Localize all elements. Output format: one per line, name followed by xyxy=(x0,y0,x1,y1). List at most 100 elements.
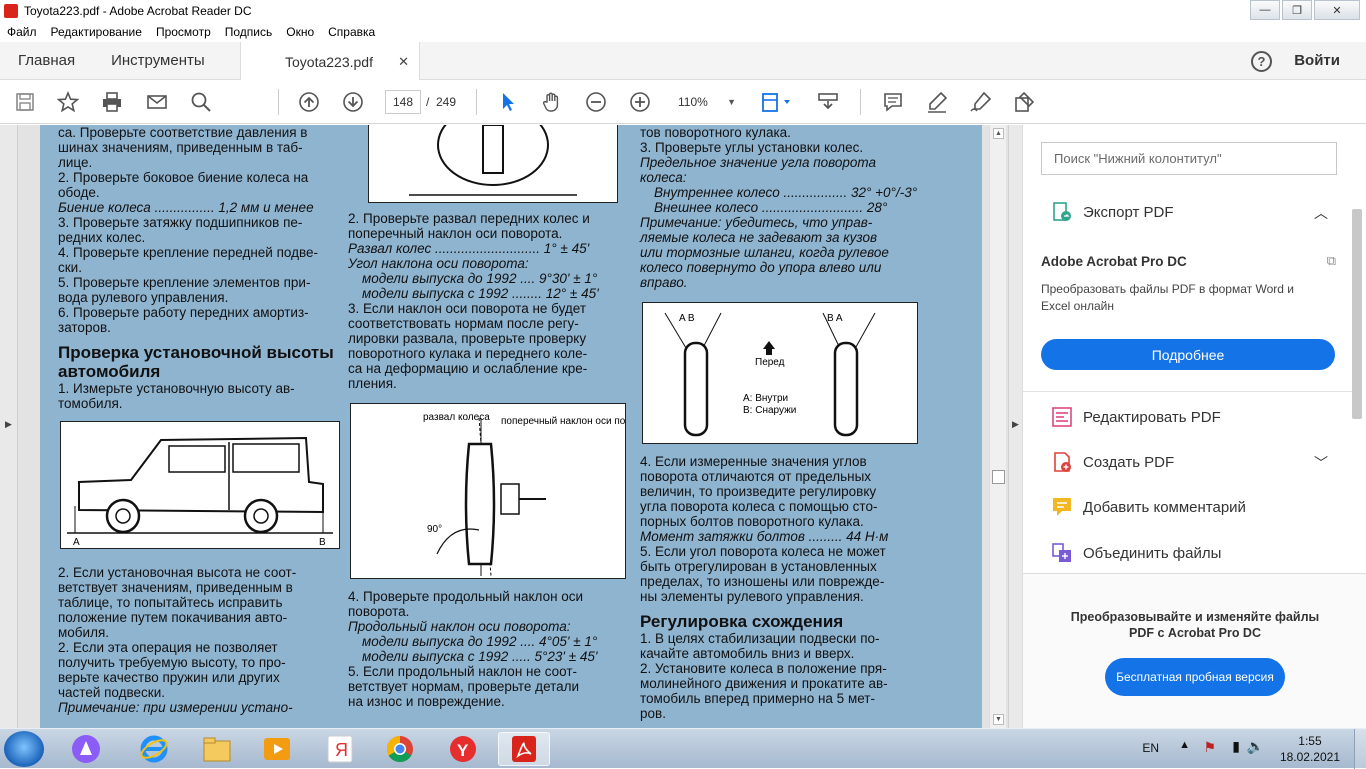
camber-figure: развал колеса поперечный наклон оси пово… xyxy=(350,403,657,579)
tools-pane-scrollbar[interactable] xyxy=(1351,207,1363,577)
text-column-2: 2. Проверьте развал передних колес и поп… xyxy=(348,125,657,709)
menu-window[interactable]: Окно xyxy=(279,25,321,39)
media-player-icon[interactable] xyxy=(251,732,303,766)
more-button[interactable]: Подробнее xyxy=(1041,339,1335,370)
fill-sign-icon[interactable] xyxy=(1013,91,1035,113)
svg-text:Я: Я xyxy=(335,740,348,760)
action-center-icon[interactable]: ⚑ xyxy=(1203,739,1216,756)
tab-document[interactable]: Toyota223.pdf ✕ xyxy=(240,42,420,81)
menu-help[interactable]: Справка xyxy=(321,25,382,39)
create-pdf-item[interactable]: Создать PDF xyxy=(1051,451,1174,473)
network-icon[interactable]: ▮ xyxy=(1232,738,1240,755)
text-line: Продольный наклон оси поворота: xyxy=(348,619,571,634)
tray-expand-icon[interactable]: ▲ xyxy=(1179,739,1190,751)
clock[interactable]: 1:55 18.02.2021 xyxy=(1280,733,1340,765)
combine-files-item[interactable]: Объединить файлы xyxy=(1051,542,1221,564)
next-page-icon[interactable] xyxy=(342,91,364,113)
comment-icon[interactable] xyxy=(882,91,904,113)
toolbar-divider xyxy=(476,89,477,115)
help-icon[interactable]: ? xyxy=(1251,51,1272,72)
chevron-down-icon: ▼ xyxy=(727,97,736,107)
text-line: поворотного кулака и переднего коле- xyxy=(348,346,588,361)
menu-edit[interactable]: Редактирование xyxy=(44,25,149,39)
text-line: 2. Установите колеса в положение пря- xyxy=(640,661,887,676)
hand-tool-icon[interactable] xyxy=(541,91,563,113)
document-scrollbar[interactable]: ▲ ▼ xyxy=(989,125,1006,728)
language-indicator[interactable]: EN xyxy=(1142,741,1159,755)
inside-label: A: Внутри xyxy=(743,393,788,404)
zoom-dropdown[interactable]: 110% ▼ xyxy=(672,90,742,114)
left-panel-toggle[interactable]: ▶ xyxy=(0,125,18,728)
menu-file[interactable]: Файл xyxy=(0,25,44,39)
highlight-icon[interactable] xyxy=(926,91,948,113)
prev-page-icon[interactable] xyxy=(298,91,320,113)
right-panel-toggle[interactable]: ▶ xyxy=(1008,125,1022,728)
menu-sign[interactable]: Подпись xyxy=(218,25,280,39)
text-line: получить требуемую высоту, то про- xyxy=(58,655,286,670)
star-icon[interactable] xyxy=(57,91,79,113)
text-line: 3. Проверьте углы установки колес. xyxy=(640,140,864,155)
text-line: Момент затяжки болтов ......... 44 Н·м xyxy=(640,529,889,544)
scroll-up-icon[interactable]: ▲ xyxy=(993,128,1004,139)
turning-angle-figure: A B B A Перед A: Внутри B: Снаружи xyxy=(642,302,918,444)
scrollbar-thumb[interactable] xyxy=(1352,209,1362,419)
show-desktop-button[interactable] xyxy=(1354,729,1366,769)
title-bar: Toyota223.pdf - Adobe Acrobat Reader DC … xyxy=(0,0,1366,22)
section-heading: Проверка установочной высоты автомобиля xyxy=(58,343,334,381)
export-pdf-item[interactable]: Экспорт PDF xyxy=(1051,201,1174,223)
text-line: модели выпуска с 1992 ........ 12° ± 45' xyxy=(362,286,599,301)
menu-view[interactable]: Просмотр xyxy=(149,25,218,39)
internet-explorer-icon[interactable] xyxy=(128,732,180,766)
text-line: Угол наклона оси поворота: xyxy=(348,256,529,271)
text-line: поперечный наклон оси поворота. xyxy=(348,226,563,241)
chevron-down-icon[interactable]: ﹀ xyxy=(1314,453,1328,473)
file-explorer-icon[interactable] xyxy=(191,732,243,766)
add-comment-item[interactable]: Добавить комментарий xyxy=(1051,496,1246,518)
print-icon[interactable] xyxy=(101,91,123,113)
text-line: ветствует нормам, проверьте детали xyxy=(348,679,580,694)
text-line: верьте качество пружин или других xyxy=(58,670,280,685)
figure-label-ab: A B xyxy=(679,313,695,324)
text-line: 1. В целях стабилизации подвески по- xyxy=(640,631,880,646)
free-trial-button[interactable]: Бесплатная пробная версия xyxy=(1105,658,1285,696)
minimize-button[interactable]: — xyxy=(1250,0,1280,20)
yandex-browser-icon[interactable]: Я xyxy=(314,732,366,766)
zoom-in-icon[interactable] xyxy=(629,91,651,113)
text-line: 2. Если эта операция не позволяет xyxy=(58,640,278,655)
text-line: или тормозные шланги, когда рулевое xyxy=(640,245,889,260)
page-fit-icon[interactable] xyxy=(760,91,796,113)
edit-pdf-icon xyxy=(1052,407,1072,427)
zoom-out-icon[interactable] xyxy=(585,91,607,113)
yandex-icon[interactable]: Y xyxy=(437,732,489,766)
scroll-down-icon[interactable]: ▼ xyxy=(993,714,1004,725)
scrollbar-thumb[interactable] xyxy=(992,470,1005,484)
start-button[interactable] xyxy=(4,731,44,767)
maximize-button[interactable]: ❐ xyxy=(1282,0,1312,20)
tab-close-icon[interactable]: ✕ xyxy=(398,54,409,70)
text-line: томобиля. xyxy=(58,396,123,411)
text-line: редних колес. xyxy=(58,230,146,245)
volume-icon[interactable]: 🔈 xyxy=(1247,738,1264,755)
chevron-up-icon[interactable]: ︿ xyxy=(1314,203,1328,223)
edit-pdf-item[interactable]: Редактировать PDF xyxy=(1051,406,1221,428)
acrobat-taskbar-icon[interactable] xyxy=(498,732,550,766)
tools-search-input[interactable]: Поиск "Нижний колонтитул" xyxy=(1041,142,1337,175)
scroll-mode-icon[interactable] xyxy=(817,91,839,113)
signin-button[interactable]: Войти xyxy=(1294,52,1340,69)
close-button[interactable]: ✕ xyxy=(1314,0,1360,20)
chrome-icon[interactable] xyxy=(374,732,426,766)
save-icon[interactable] xyxy=(14,91,36,113)
page-number-input[interactable]: 148 xyxy=(385,90,421,114)
tab-home[interactable]: Главная xyxy=(0,42,93,80)
email-icon[interactable] xyxy=(146,91,168,113)
copy-icon[interactable]: ⧉ xyxy=(1327,253,1336,269)
select-cursor-icon[interactable] xyxy=(497,91,519,113)
text-line: Предельное значение угла поворота xyxy=(640,155,877,170)
text-line: са на деформацию и ослабление кре- xyxy=(348,361,588,376)
text-line: частей подвески. xyxy=(58,685,165,700)
sign-icon[interactable] xyxy=(970,91,992,113)
alice-assistant-icon[interactable] xyxy=(60,732,112,766)
text-line: Внешнее колесо .........................… xyxy=(654,200,888,215)
find-icon[interactable] xyxy=(190,91,212,113)
tab-tools[interactable]: Инструменты xyxy=(93,42,223,80)
